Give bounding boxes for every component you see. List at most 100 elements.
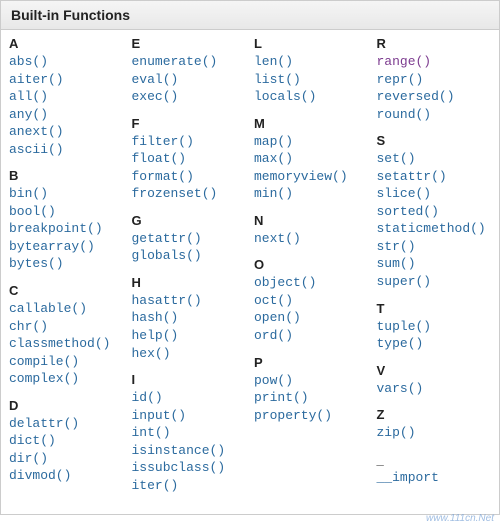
- letter-group: Oobject()oct()open()ord(): [254, 257, 373, 344]
- letter-group: Hhasattr()hash()help()hex(): [132, 275, 251, 362]
- function-link[interactable]: help(): [132, 327, 251, 345]
- function-link[interactable]: compile(): [9, 353, 128, 371]
- function-link[interactable]: globals(): [132, 247, 251, 265]
- column: Eenumerate()eval()exec() Ffilter()float()…: [132, 36, 251, 504]
- letter-heading: C: [9, 283, 128, 298]
- function-link[interactable]: bytearray(): [9, 238, 128, 256]
- function-link[interactable]: isinstance(): [132, 442, 251, 460]
- function-link[interactable]: hash(): [132, 309, 251, 327]
- columns-container: Aabs()aiter()all()any()anext()ascii()Bbi…: [1, 30, 499, 514]
- function-link[interactable]: sum(): [377, 255, 496, 273]
- column: Rrange()repr()reversed()round() Sset()set…: [377, 36, 496, 504]
- function-link[interactable]: bytes(): [9, 255, 128, 273]
- letter-group: Bbin()bool()breakpoint()bytearray()bytes…: [9, 168, 128, 273]
- function-link[interactable]: dir(): [9, 450, 128, 468]
- column: Llen()list()locals() Mmap()max()memoryvie…: [254, 36, 373, 504]
- function-link[interactable]: all(): [9, 88, 128, 106]
- letter-heading: _: [377, 452, 496, 467]
- function-link[interactable]: bool(): [9, 203, 128, 221]
- function-link[interactable]: float(): [132, 150, 251, 168]
- function-link[interactable]: chr(): [9, 318, 128, 336]
- function-link[interactable]: anext(): [9, 123, 128, 141]
- function-link[interactable]: setattr(): [377, 168, 496, 186]
- function-link[interactable]: aiter(): [9, 71, 128, 89]
- function-link[interactable]: object(): [254, 274, 373, 292]
- letter-heading: G: [132, 213, 251, 228]
- function-link[interactable]: enumerate(): [132, 53, 251, 71]
- function-link[interactable]: list(): [254, 71, 373, 89]
- function-link[interactable]: complex(): [9, 370, 128, 388]
- function-link[interactable]: super(): [377, 273, 496, 291]
- function-link[interactable]: abs(): [9, 53, 128, 71]
- function-link[interactable]: tuple(): [377, 318, 496, 336]
- function-link[interactable]: memoryview(): [254, 168, 373, 186]
- letter-heading: M: [254, 116, 373, 131]
- function-link[interactable]: type(): [377, 335, 496, 353]
- function-link[interactable]: filter(): [132, 133, 251, 151]
- function-link[interactable]: range(): [377, 53, 496, 71]
- function-link[interactable]: any(): [9, 106, 128, 124]
- function-link[interactable]: locals(): [254, 88, 373, 106]
- function-link[interactable]: staticmethod(): [377, 220, 496, 238]
- function-link[interactable]: frozenset(): [132, 185, 251, 203]
- function-link[interactable]: property(): [254, 407, 373, 425]
- letter-heading: A: [9, 36, 128, 51]
- function-link[interactable]: len(): [254, 53, 373, 71]
- function-link[interactable]: dict(): [9, 432, 128, 450]
- function-link[interactable]: vars(): [377, 380, 496, 398]
- function-link[interactable]: breakpoint(): [9, 220, 128, 238]
- function-link[interactable]: ord(): [254, 327, 373, 345]
- function-link[interactable]: getattr(): [132, 230, 251, 248]
- function-link[interactable]: __import: [377, 469, 496, 487]
- function-link[interactable]: open(): [254, 309, 373, 327]
- builtin-functions-panel: Built-in Functions Aabs()aiter()all()any…: [0, 0, 500, 515]
- letter-group: Rrange()repr()reversed()round(): [377, 36, 496, 123]
- letter-heading: R: [377, 36, 496, 51]
- letter-heading: F: [132, 116, 251, 131]
- function-link[interactable]: round(): [377, 106, 496, 124]
- function-link[interactable]: set(): [377, 150, 496, 168]
- function-link[interactable]: str(): [377, 238, 496, 256]
- function-link[interactable]: divmod(): [9, 467, 128, 485]
- function-link[interactable]: sorted(): [377, 203, 496, 221]
- function-link[interactable]: eval(): [132, 71, 251, 89]
- function-link[interactable]: pow(): [254, 372, 373, 390]
- letter-group: Eenumerate()eval()exec(): [132, 36, 251, 106]
- function-link[interactable]: classmethod(): [9, 335, 128, 353]
- letter-heading: V: [377, 363, 496, 378]
- function-link[interactable]: exec(): [132, 88, 251, 106]
- function-link[interactable]: bin(): [9, 185, 128, 203]
- function-link[interactable]: hex(): [132, 345, 251, 363]
- function-link[interactable]: next(): [254, 230, 373, 248]
- function-link[interactable]: int(): [132, 424, 251, 442]
- letter-group: Aabs()aiter()all()any()anext()ascii(): [9, 36, 128, 158]
- function-link[interactable]: ascii(): [9, 141, 128, 159]
- function-link[interactable]: slice(): [377, 185, 496, 203]
- letter-heading: E: [132, 36, 251, 51]
- letter-heading: N: [254, 213, 373, 228]
- letter-group: _ __import: [377, 452, 496, 487]
- function-link[interactable]: issubclass(): [132, 459, 251, 477]
- function-link[interactable]: min(): [254, 185, 373, 203]
- letter-group: Ddelattr()dict()dir()divmod(): [9, 398, 128, 485]
- letter-group: Ppow()print()property(): [254, 355, 373, 425]
- function-link[interactable]: callable(): [9, 300, 128, 318]
- function-link[interactable]: map(): [254, 133, 373, 151]
- function-link[interactable]: format(): [132, 168, 251, 186]
- letter-group: Ggetattr()globals(): [132, 213, 251, 265]
- function-link[interactable]: print(): [254, 389, 373, 407]
- function-link[interactable]: input(): [132, 407, 251, 425]
- function-link[interactable]: delattr(): [9, 415, 128, 433]
- function-link[interactable]: iter(): [132, 477, 251, 495]
- letter-group: Ffilter()float()format()frozenset(): [132, 116, 251, 203]
- function-link[interactable]: oct(): [254, 292, 373, 310]
- function-link[interactable]: hasattr(): [132, 292, 251, 310]
- letter-group: Sset()setattr()slice()sorted()staticmeth…: [377, 133, 496, 290]
- function-link[interactable]: reversed(): [377, 88, 496, 106]
- function-link[interactable]: zip(): [377, 424, 496, 442]
- letter-heading: P: [254, 355, 373, 370]
- letter-group: Llen()list()locals(): [254, 36, 373, 106]
- function-link[interactable]: max(): [254, 150, 373, 168]
- function-link[interactable]: id(): [132, 389, 251, 407]
- function-link[interactable]: repr(): [377, 71, 496, 89]
